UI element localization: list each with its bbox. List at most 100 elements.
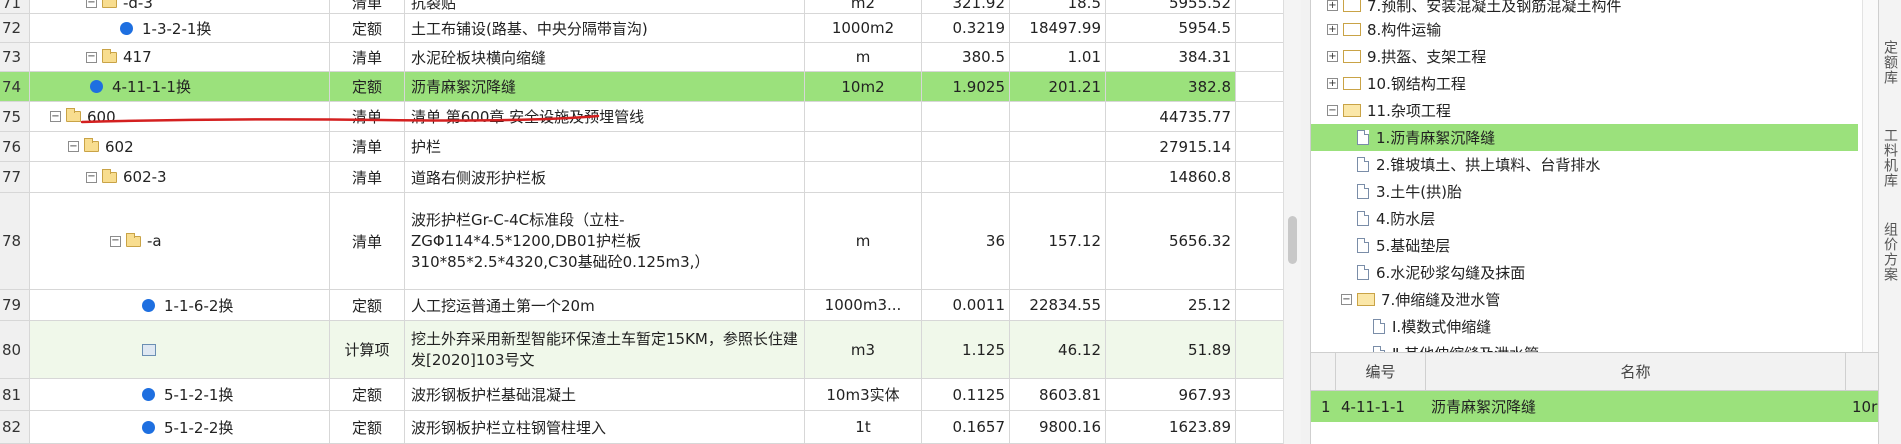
expand-toggle-icon[interactable]: + [1327, 24, 1338, 35]
tree-node[interactable]: − 11.杂项工程 [1327, 97, 1451, 124]
item-type: 定额 [330, 411, 405, 443]
collapse-toggle-icon[interactable]: − [86, 51, 97, 63]
expand-toggle-icon[interactable]: + [1327, 78, 1338, 89]
tree-node[interactable]: − 7.伸缩缝及泄水管 [1341, 286, 1500, 313]
item-price [1010, 162, 1106, 192]
expand-toggle-icon[interactable]: + [1327, 0, 1338, 11]
item-total: 967.93 [1106, 379, 1236, 410]
item-name: 挖土外弃采用新型智能环保渣土车暂定15KM，参照长住建发[2020]103号文 [405, 321, 805, 378]
table-row[interactable]: 72 1-3-2-1换 定额 土工布铺设(路基、中央分隔带盲沟) 1000m2 … [0, 14, 1283, 43]
extra-cell [1236, 290, 1283, 320]
tree-node[interactable]: + 8.构件运输 [1327, 16, 1441, 43]
tree-node-selected[interactable]: 1.沥青麻絮沉降缝 [1311, 124, 1858, 151]
scrollbar-thumb[interactable] [1288, 216, 1297, 264]
quota-library-panel: + 7.预制、安装混凝土及钢筋混凝土构件 + 8.构件运输 + 9.拱盔、支架工… [1310, 0, 1879, 444]
header-code[interactable]: 编号 [1336, 353, 1426, 390]
tree-node[interactable]: Ⅱ.其他伸缩缝及泄水管 [1373, 340, 1539, 352]
quota-dot-icon [142, 420, 155, 434]
item-quantity [922, 132, 1010, 161]
quota-dot-icon [90, 80, 103, 93]
table-row[interactable]: 76 − 602 清单 护栏 27915.14 [0, 132, 1283, 162]
extra-cell [1236, 43, 1283, 71]
tree-node[interactable]: 5.基础垫层 [1357, 232, 1450, 259]
tree-node[interactable]: 2.锥坡填土、拱上填料、台背排水 [1357, 151, 1600, 178]
collapse-toggle-icon[interactable]: − [1341, 294, 1352, 305]
table-row[interactable]: 73 − 417 清单 水泥砼板块横向缩缝 m 380.5 1.01 384.3… [0, 43, 1283, 72]
item-name: 道路右侧波形护栏板 [405, 162, 805, 192]
collapse-toggle-icon[interactable]: − [68, 141, 79, 152]
table-row[interactable]: 81 5-1-2-1换 定额 波形钢板护栏基础混凝土 10m3实体 0.1125… [0, 379, 1283, 411]
tab-quota-library[interactable]: 定额库 [1879, 32, 1901, 92]
folder-icon [84, 138, 99, 152]
quota-tree: + 7.预制、安装混凝土及钢筋混凝土构件 + 8.构件运输 + 9.拱盔、支架工… [1311, 0, 1879, 352]
item-total: 5656.32 [1106, 193, 1236, 289]
item-code: 417 [123, 48, 152, 66]
tree-scrollbar[interactable] [1862, 0, 1879, 352]
extra-cell [1236, 193, 1283, 289]
quota-dot-icon [120, 21, 133, 35]
result-name: 沥青麻絮沉降缝 [1431, 398, 1537, 416]
table-row[interactable]: 79 1-1-6-2换 定额 人工挖运普通土第一个20m 1000m3... 0… [0, 290, 1283, 321]
tree-node[interactable]: + 9.拱盔、支架工程 [1327, 43, 1486, 70]
item-name: 波形钢板护栏立柱钢管柱埋入 [405, 411, 805, 443]
table-row-selected[interactable]: 74 4-11-1-1换 定额 沥青麻絮沉降缝 10m2 1.9025 201.… [0, 72, 1283, 102]
splitter[interactable] [1301, 0, 1310, 444]
tab-pricing-scheme[interactable]: 组价方案 [1879, 212, 1901, 292]
tab-labor-material-library[interactable]: 工料机库 [1879, 118, 1901, 198]
result-row-selected[interactable]: 1 4-11-1-1 沥青麻絮沉降缝 10r [1311, 391, 1879, 422]
table-row[interactable]: 82 5-1-2-2换 定额 波形钢板护栏立柱钢管柱埋入 1t 0.1657 9… [0, 411, 1283, 444]
item-quantity: 1.125 [922, 321, 1010, 378]
item-price: 8603.81 [1010, 379, 1106, 410]
item-type: 清单 [330, 193, 405, 289]
tree-node[interactable]: 3.土牛(拱)胎 [1357, 178, 1462, 205]
item-total: 44735.77 [1106, 102, 1236, 131]
header-name[interactable]: 名称 [1426, 353, 1846, 390]
item-unit: m [805, 43, 922, 71]
item-price [1010, 132, 1106, 161]
grid-header: 编号 名称 [1311, 352, 1879, 391]
collapse-toggle-icon[interactable]: − [86, 171, 97, 183]
tree-node[interactable]: 6.水泥砂浆勾缝及抹面 [1357, 259, 1525, 286]
extra-cell [1236, 411, 1283, 443]
item-code: 4-11-1-1换 [112, 78, 191, 96]
item-name: 抗裂贴 [405, 0, 805, 13]
folder-icon [102, 0, 117, 8]
table-row[interactable]: 77 − 602-3 清单 道路右侧波形护栏板 14860.8 [0, 162, 1283, 193]
row-number: 80 [0, 321, 30, 378]
item-total: 382.8 [1106, 72, 1236, 101]
item-code: -d-3 [123, 0, 153, 12]
item-total: 51.89 [1106, 321, 1236, 378]
tree-node[interactable]: 4.防水层 [1357, 205, 1435, 232]
item-price: 18497.99 [1010, 14, 1106, 42]
row-number: 82 [0, 411, 30, 443]
item-code: -a [147, 232, 162, 250]
document-icon [1357, 130, 1369, 145]
grid-scrollbar[interactable] [1283, 0, 1301, 444]
document-icon [1357, 184, 1369, 199]
document-icon [1357, 265, 1369, 280]
quota-result-grid: 编号 名称 1 4-11-1-1 沥青麻絮沉降缝 10r [1311, 352, 1879, 444]
folder-icon [1343, 0, 1361, 12]
item-total: 5954.5 [1106, 14, 1236, 42]
tree-node[interactable]: Ⅰ.模数式伸缩缝 [1373, 313, 1491, 340]
item-quantity [922, 162, 1010, 192]
collapse-toggle-icon[interactable]: − [110, 235, 121, 247]
item-quantity: 321.92 [922, 0, 1010, 13]
collapse-toggle-icon[interactable]: − [86, 0, 97, 8]
folder-icon [102, 168, 117, 183]
folder-icon [1343, 50, 1361, 63]
collapse-toggle-icon[interactable]: − [50, 111, 61, 122]
expand-toggle-icon[interactable]: + [1327, 51, 1338, 62]
table-row[interactable]: 78 − -a 清单 波形护栏Gr-C-4C标准段（立柱-ZGΦ114*4.5*… [0, 193, 1283, 290]
item-quantity: 0.1657 [922, 411, 1010, 443]
folder-icon [66, 108, 81, 122]
item-price: 18.5 [1010, 0, 1106, 13]
folder-icon [1343, 77, 1361, 90]
item-unit: 10m2 [805, 72, 922, 101]
table-row[interactable]: 80 计算项 挖土外弃采用新型智能环保渣土车暂定15KM，参照长住建发[2020… [0, 321, 1283, 379]
item-type: 清单 [330, 43, 405, 71]
tree-node[interactable]: + 10.钢结构工程 [1327, 70, 1466, 97]
document-icon [1357, 211, 1369, 226]
table-row[interactable]: 71 − -d-3 清单 抗裂贴 m2 321.92 18.5 5955.52 [0, 0, 1283, 14]
collapse-toggle-icon[interactable]: − [1327, 105, 1338, 116]
